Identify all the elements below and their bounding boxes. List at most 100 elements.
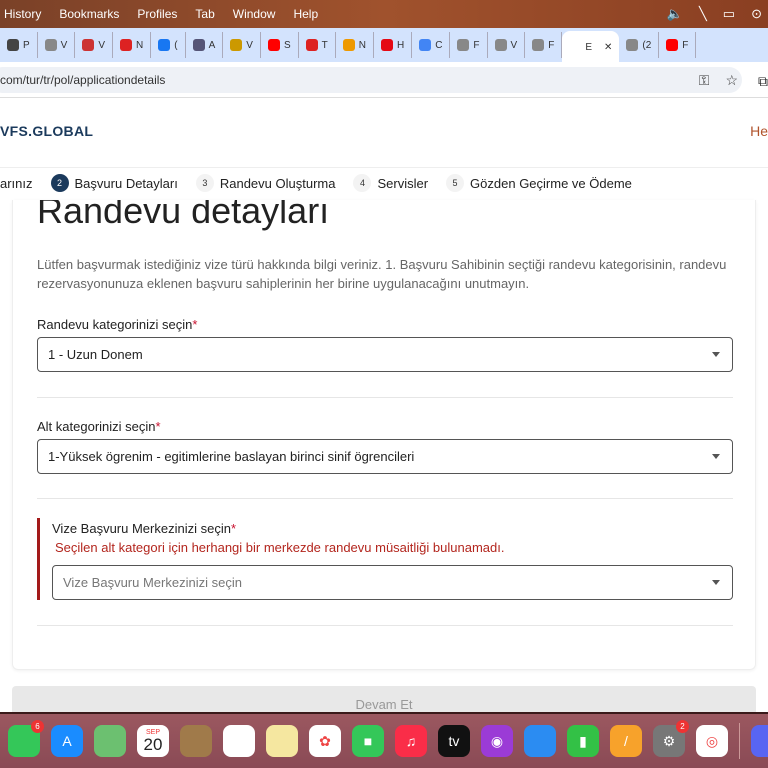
step-1: arınız <box>0 175 33 191</box>
address-bar[interactable]: com/tur/tr/pol/applicationdetails <box>0 67 742 93</box>
browser-tab[interactable]: (2 <box>619 32 660 58</box>
menu-bar: History Bookmarks Profiles Tab Window He… <box>0 0 768 28</box>
volume-icon[interactable]: 🔈 <box>667 6 683 22</box>
error-message: Seçilen alt kategori için herhangi bir m… <box>55 540 505 555</box>
youtube-icon <box>267 39 280 51</box>
pages-icon[interactable]: / <box>610 725 642 757</box>
step-2: 2 Başvuru Detayları <box>50 174 178 192</box>
chevron-down-icon <box>712 580 720 585</box>
browser-tab[interactable]: V <box>488 32 526 58</box>
calendar-icon[interactable]: SEP 20 <box>137 725 169 757</box>
dock-separator <box>739 723 740 759</box>
reminders-icon[interactable] <box>223 725 255 757</box>
discord-icon[interactable] <box>751 725 768 757</box>
browser-tab[interactable]: ( <box>151 32 186 58</box>
center-select[interactable]: Vize Başvuru Merkezinizi seçin <box>52 565 733 600</box>
browser-tab[interactable]: N <box>113 32 152 58</box>
poland-emblem-icon <box>82 39 95 51</box>
intro-text: Lütfen başvurmak istediğiniz vize türü h… <box>37 257 727 291</box>
dock: 6 A SEP 20 ✿ ■ ♫ tv ◉ ▮ / ⚙ 2 ◎ <box>0 712 768 768</box>
podcasts-icon[interactable]: ◉ <box>481 725 513 757</box>
application-details-card: Randevu detayları Lütfen başvurmak isted… <box>12 200 756 670</box>
keynote-icon[interactable] <box>524 725 556 757</box>
browser-tab[interactable]: T <box>299 32 336 58</box>
app-store-icon[interactable]: A <box>51 725 83 757</box>
play-icon[interactable]: ⊙ <box>751 6 762 22</box>
maps-icon[interactable] <box>94 725 126 757</box>
tab-bar: P V V N(A V S T N H C F V F E ✕ (2 F <box>0 28 768 62</box>
divider <box>37 625 733 626</box>
menu-window[interactable]: Window <box>233 7 276 21</box>
star-icon[interactable]: ☆ <box>725 67 738 93</box>
netflix-icon <box>380 39 393 51</box>
subcategory-select[interactable]: 1-Yüksek ögrenim - egitimlerine baslayan… <box>37 439 733 474</box>
browser-tab[interactable]: A <box>186 32 224 58</box>
category-select[interactable]: 1 - Uzun Donem <box>37 337 733 372</box>
key-icon[interactable]: ⚿ <box>699 67 710 93</box>
step-3: 3 Randevu Oluşturma <box>195 174 335 192</box>
category-label: Randevu kategorinizi seçin* <box>37 317 198 332</box>
divider <box>37 397 733 398</box>
notification-badge: 2 <box>676 720 689 733</box>
browser-tab[interactable]: N <box>336 32 374 58</box>
close-tab-icon[interactable]: ✕ <box>604 42 612 53</box>
browser-tab[interactable]: S <box>261 32 299 58</box>
page-title: Randevu detayları <box>37 200 330 231</box>
poland-flag-icon <box>120 39 133 51</box>
chatgpt-icon <box>7 39 19 51</box>
browser-tab[interactable]: H <box>374 32 413 58</box>
w-logo-icon <box>230 39 243 51</box>
contacts-icon[interactable] <box>180 725 212 757</box>
chevron-down-icon <box>712 352 720 357</box>
bluetooth-off-icon[interactable]: ╲ <box>699 6 707 22</box>
menu-history[interactable]: History <box>4 7 41 21</box>
browser-tab[interactable]: V <box>38 32 76 58</box>
system-settings-icon[interactable]: ⚙ 2 <box>653 720 689 757</box>
menu-help[interactable]: Help <box>293 7 318 21</box>
vfs-logo[interactable]: VFS.GLOBAL <box>0 123 93 139</box>
step-5: 5 Gözden Geçirme ve Ödeme <box>446 174 632 192</box>
step-4: 4 Servisler <box>353 174 428 192</box>
menu-bookmarks[interactable]: Bookmarks <box>59 7 119 21</box>
vfs-icon <box>44 39 57 51</box>
address-bar-area: com/tur/tr/pol/applicationdetails ⚿ ☆ ⧉ <box>0 62 768 98</box>
vfs-icon <box>494 39 507 51</box>
divider <box>37 498 733 499</box>
browser-tab[interactable]: F <box>450 32 488 58</box>
photos-icon[interactable]: ✿ <box>309 725 341 757</box>
header-link[interactable]: He <box>750 123 768 139</box>
browser-tab[interactable]: P <box>0 32 38 58</box>
chrome-icon[interactable]: ◎ <box>696 725 728 757</box>
circle-icon <box>192 39 205 51</box>
browser-tab[interactable]: E ✕ <box>562 31 620 62</box>
menu-profiles[interactable]: Profiles <box>137 7 177 21</box>
audio-icon <box>626 39 639 51</box>
browser-tab[interactable]: C <box>412 32 451 58</box>
rainbow-icon <box>342 39 355 51</box>
facebook-icon <box>158 39 171 51</box>
battery-icon[interactable]: ▭ <box>723 6 735 22</box>
browser-tab[interactable]: F <box>525 32 563 58</box>
subcategory-label: Alt kategorinizi seçin* <box>37 419 161 434</box>
music-icon[interactable]: ♫ <box>395 725 427 757</box>
chevron-down-icon <box>712 454 720 459</box>
messages-icon[interactable]: 6 <box>8 720 44 757</box>
browser-tab[interactable]: V <box>75 32 114 58</box>
center-field-group: Vize Başvuru Merkezinizi seçin* Seçilen … <box>37 518 733 600</box>
tp-icon <box>305 39 318 51</box>
progress-stepper: arınız 2 Başvuru Detayları 3 Randevu Oluşt… <box>0 172 768 194</box>
numbers-icon[interactable]: ▮ <box>567 725 599 757</box>
notification-badge: 6 <box>31 720 44 733</box>
menu-tab[interactable]: Tab <box>195 7 214 21</box>
browser-tab[interactable]: F <box>659 32 697 58</box>
site-header: VFS.GLOBAL He <box>0 98 768 168</box>
translate-icon <box>419 39 432 51</box>
browser-tab[interactable]: V <box>223 32 261 58</box>
vfs-icon <box>532 39 545 51</box>
extensions-icon[interactable]: ⧉ <box>758 73 768 90</box>
apple-tv-icon[interactable]: tv <box>438 725 470 757</box>
youtube-icon <box>666 39 679 51</box>
active-icon <box>569 41 581 53</box>
notes-icon[interactable] <box>266 725 298 757</box>
facetime-icon[interactable]: ■ <box>352 725 384 757</box>
